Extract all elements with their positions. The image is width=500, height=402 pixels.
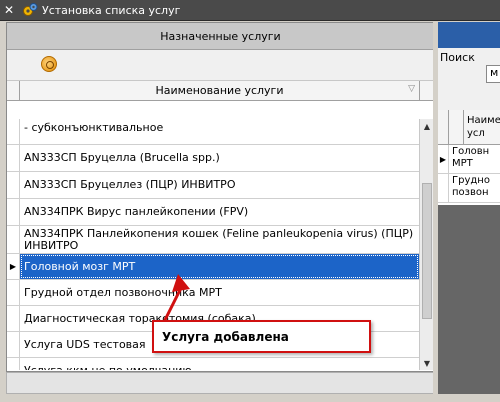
grid-header: Наименование услуги ▽: [7, 81, 434, 101]
sort-icon[interactable]: ▽: [408, 84, 415, 94]
service-name: - субконъюнктивальное: [24, 121, 164, 134]
service-name: АN333СП Бруцелла (Brucella spp.): [24, 151, 220, 164]
service-name: АN334ПРК Вирус панлейкопении (FPV): [24, 205, 249, 218]
table-row[interactable]: Грудной отдел позвоночника МРТ: [7, 280, 419, 306]
row-indicator-header: [7, 81, 20, 100]
table-row[interactable]: Услуга ккм не по умолчанию: [7, 358, 419, 370]
row-indicator: [7, 226, 20, 253]
scroll-thumb[interactable]: [422, 183, 432, 319]
vertical-scrollbar[interactable]: ▲ ▼: [419, 119, 434, 370]
catalog-row[interactable]: ▶ Головн МРТ: [438, 145, 500, 174]
service-name: АN334ПРК Панлейкопения кошек (Feline pan…: [24, 226, 414, 252]
row-indicator-header: [438, 110, 449, 144]
catalog-column-header[interactable]: Наиме усл: [464, 110, 500, 144]
service-name: Грудной отдел позвоночника МРТ: [24, 285, 222, 299]
toolbar: [7, 50, 434, 81]
services-catalog-panel: Поиск м Наиме усл ▶ Головн МРТ Грудно по…: [438, 22, 500, 394]
row-indicator: [7, 199, 20, 225]
catalog-row[interactable]: Грудно позвон: [438, 174, 500, 203]
row-indicator: [7, 306, 20, 331]
current-row-arrow-icon: ▶: [438, 145, 449, 173]
catalog-service-name: Головн МРТ: [452, 146, 490, 169]
panel-header: Назначенные услуги: [7, 23, 434, 50]
current-row-arrow-icon: ▶: [7, 254, 20, 279]
row-indicator: [438, 174, 449, 202]
row-indicator: [7, 119, 20, 144]
callout-service-added: Услуга добавлена: [152, 320, 371, 353]
scroll-up-icon[interactable]: ▲: [420, 119, 434, 133]
close-button[interactable]: ✕: [0, 0, 18, 20]
table-row-selected[interactable]: ▶ Головной мозг МРТ: [7, 254, 419, 280]
table-row[interactable]: АN333СП Бруцеллез (ПЦР) ИНВИТРО: [7, 172, 419, 199]
row-indicator: [7, 332, 20, 357]
scroll-down-icon[interactable]: ▼: [420, 356, 434, 370]
column-header-service-name[interactable]: Наименование услуги ▽: [20, 81, 420, 100]
catalog-service-name: Грудно позвон: [452, 175, 490, 198]
service-name: АN333СП Бруцеллез (ПЦР) ИНВИТРО: [24, 178, 236, 191]
table-row[interactable]: - субконъюнктивальное: [7, 119, 419, 145]
title-bar: ✕ Установка списка услуг: [0, 0, 500, 21]
table-row[interactable]: АN334ПРК Панлейкопения кошек (Feline pan…: [7, 226, 419, 254]
catalog-panel-header: [438, 22, 500, 48]
action-button[interactable]: [41, 56, 57, 72]
catalog-column-spacer: [449, 110, 464, 144]
column-header-label: Наименование услуги: [155, 84, 284, 97]
search-label: Поиск: [440, 51, 475, 64]
service-name: Услуга ккм не по умолчанию: [24, 363, 192, 371]
window-title: Установка списка услуг: [42, 3, 181, 17]
callout-text: Услуга добавлена: [162, 329, 289, 344]
table-row[interactable]: АN333СП Бруцелла (Brucella spp.): [7, 145, 419, 172]
catalog-grid: Наиме усл ▶ Головн МРТ Грудно позвон: [438, 110, 500, 205]
row-indicator: [7, 145, 20, 171]
row-indicator: [7, 172, 20, 198]
service-name: Головной мозг МРТ: [20, 254, 419, 279]
search-area: Поиск м: [438, 48, 500, 110]
status-bar: [6, 372, 435, 394]
table-row[interactable]: АN334ПРК Вирус панлейкопении (FPV): [7, 199, 419, 226]
catalog-grid-header: Наиме усл: [438, 110, 500, 145]
search-input[interactable]: м: [486, 65, 500, 83]
close-icon[interactable]: ✕: [4, 3, 14, 17]
header-scroll-spacer: [420, 81, 434, 100]
gears-icon: [22, 2, 38, 18]
row-indicator: [7, 358, 20, 370]
row-indicator: [7, 280, 20, 305]
